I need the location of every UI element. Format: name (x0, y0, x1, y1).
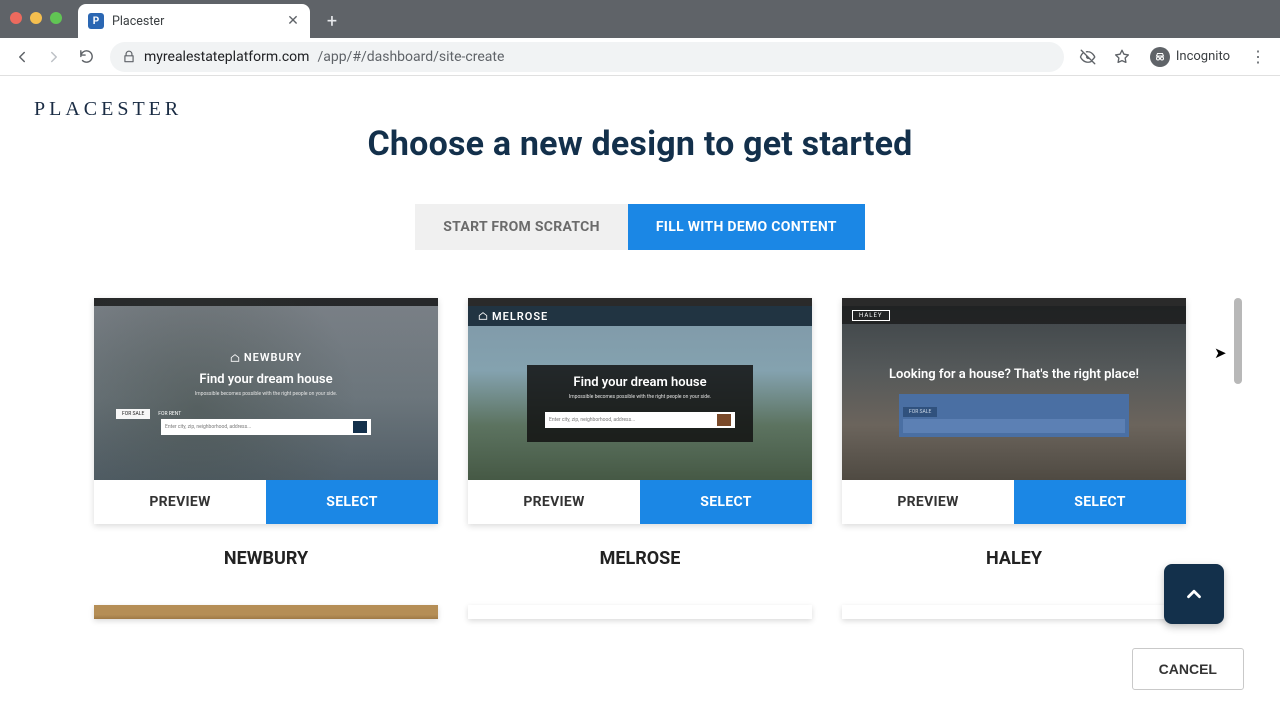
template-card-newbury: NEWBURY Find your dream house Impossible… (94, 298, 438, 569)
template-name: HALEY (842, 548, 1186, 569)
preview-button[interactable]: PREVIEW (468, 480, 640, 524)
thumb-subheadline: Impossible becomes possible with the rig… (195, 391, 337, 397)
window-zoom-icon[interactable] (50, 12, 62, 24)
page-title: Choose a new design to get started (0, 124, 1280, 164)
brand-logo: PLACESTER (34, 98, 182, 121)
thumb-search: FOR SALE (899, 394, 1129, 437)
eye-off-icon[interactable] (1074, 43, 1102, 71)
back-button[interactable] (8, 43, 36, 71)
start-from-scratch-button[interactable]: START FROM SCRATCH (415, 204, 628, 250)
forward-button[interactable] (40, 43, 68, 71)
thumb-subheadline: Impossible becomes possible with the rig… (569, 394, 711, 400)
window-minimize-icon[interactable] (30, 12, 42, 24)
page-content: PLACESTER Choose a new design to get sta… (0, 76, 1280, 720)
browser-toolbar: myrealestateplatform.com/app/#/dashboard… (0, 38, 1280, 76)
preview-button[interactable]: PREVIEW (94, 480, 266, 524)
thumb-logo: NEWBURY (230, 351, 302, 364)
incognito-label: Incognito (1176, 49, 1230, 64)
new-tab-button[interactable]: + (318, 7, 346, 35)
template-name: NEWBURY (94, 548, 438, 569)
fill-with-demo-content-button[interactable]: FILL WITH DEMO CONTENT (628, 204, 865, 250)
incognito-badge: Incognito (1142, 43, 1238, 71)
address-bar[interactable]: myrealestateplatform.com/app/#/dashboard… (110, 42, 1064, 72)
browser-tab[interactable]: P Placester ✕ (78, 4, 310, 38)
thumb-headline: Looking for a house? That's the right pl… (889, 367, 1139, 382)
scrollbar-thumb[interactable] (1234, 298, 1242, 384)
window-close-icon[interactable] (10, 12, 22, 24)
template-thumbnail: NEWBURY Find your dream house Impossible… (94, 298, 438, 480)
template-card-peek[interactable] (842, 605, 1186, 619)
content-mode-toggle: START FROM SCRATCH FILL WITH DEMO CONTEN… (0, 204, 1280, 250)
thumb-logo: HALEY (852, 310, 890, 321)
template-thumbnail: HALEY Looking for a house? That's the ri… (842, 298, 1186, 480)
scroll-to-top-button[interactable] (1164, 564, 1224, 624)
url-path: /app/#/dashboard/site-create (317, 49, 504, 65)
incognito-icon (1150, 47, 1170, 67)
template-name: MELROSE (468, 548, 812, 569)
template-grid-row-2 (0, 605, 1280, 619)
thumb-logo: MELROSE (478, 310, 548, 323)
cancel-button[interactable]: CANCEL (1132, 648, 1244, 690)
browser-tabbar: P Placester ✕ + (0, 0, 1280, 38)
lock-icon (122, 50, 136, 64)
url-host: myrealestateplatform.com (144, 49, 309, 65)
template-grid: NEWBURY Find your dream house Impossible… (0, 298, 1280, 569)
thumb-search: Enter city, zip, neighborhood, address..… (161, 419, 371, 435)
template-card-haley: HALEY Looking for a house? That's the ri… (842, 298, 1186, 569)
window-controls (10, 12, 62, 24)
select-button[interactable]: SELECT (266, 480, 438, 524)
tab-close-icon[interactable]: ✕ (286, 14, 300, 28)
thumb-headline: Find your dream house (573, 375, 706, 390)
template-card-melrose: MELROSE Find your dream house Impossible… (468, 298, 812, 569)
select-button[interactable]: SELECT (640, 480, 812, 524)
thumb-search: Enter city, zip, neighborhood, address..… (545, 412, 735, 428)
template-thumbnail: MELROSE Find your dream house Impossible… (468, 298, 812, 480)
browser-menu-button[interactable]: ⋮ (1244, 43, 1272, 71)
template-card-peek[interactable] (468, 605, 812, 619)
template-card-peek[interactable] (94, 605, 438, 619)
bookmark-star-icon[interactable] (1108, 43, 1136, 71)
tab-favicon-icon: P (88, 13, 104, 29)
preview-button[interactable]: PREVIEW (842, 480, 1014, 524)
thumb-headline: Find your dream house (199, 372, 332, 387)
select-button[interactable]: SELECT (1014, 480, 1186, 524)
reload-button[interactable] (72, 43, 100, 71)
tab-title: Placester (112, 14, 278, 29)
